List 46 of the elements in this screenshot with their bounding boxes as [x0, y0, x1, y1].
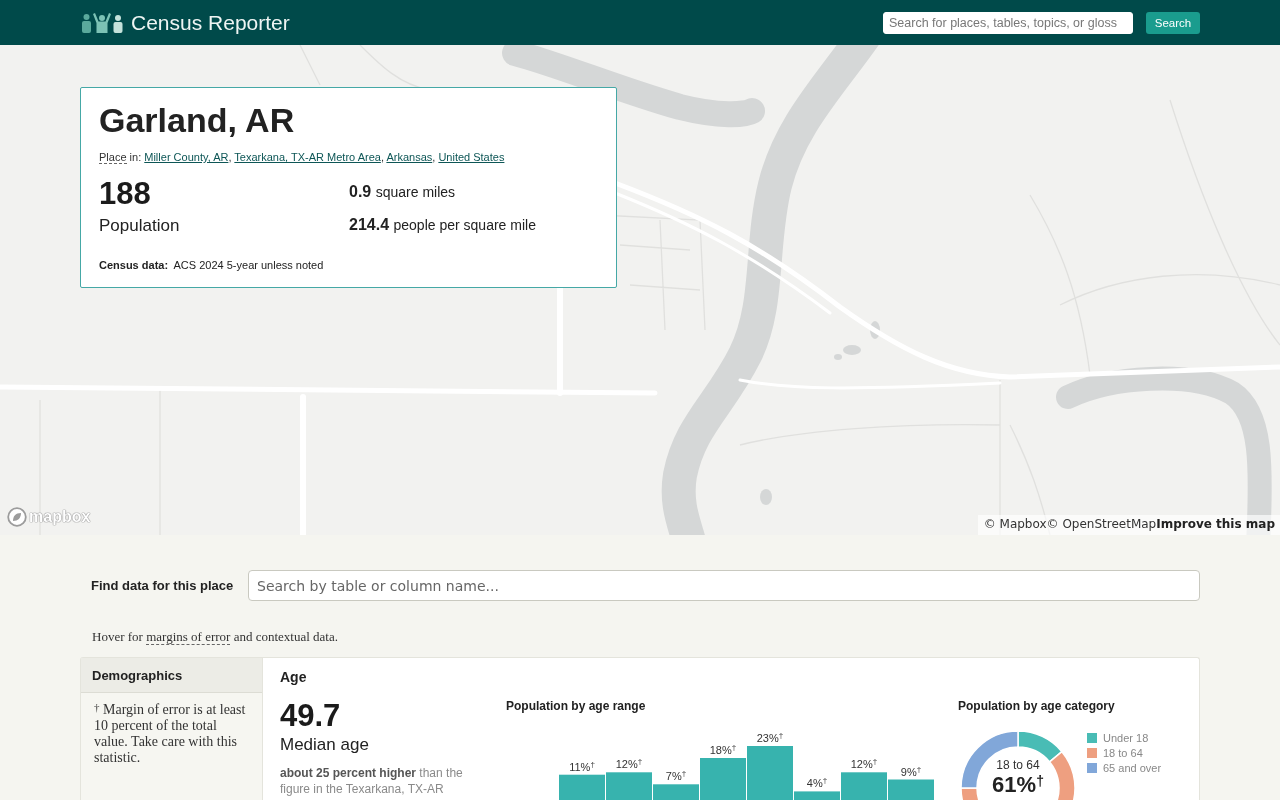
bar-value-label: 4%$^{†}$: [806, 776, 828, 790]
footnote-text: $^{†}$ Margin of error is at least 10 percent of the total value. Take care with this statistic.: [93, 700, 247, 766]
age-bar: [559, 774, 605, 800]
logo-circle-icon[interactable]: [7, 507, 27, 527]
place-link[interactable]: Texarkana, TX-AR Metro Area: [234, 151, 381, 163]
bar-value-label: 7%$^{†}$: [665, 769, 687, 783]
legend-label: Under 18: [1103, 730, 1149, 745]
population-label: Population: [99, 215, 181, 237]
bar-value-label: 12%$^{†}$: [615, 757, 643, 771]
donut-center-value: 61%$^{†}$: [991, 772, 1045, 798]
section-heading: Age: [280, 669, 308, 685]
median-age-label: Median age: [280, 735, 370, 755]
bar-value-label: 12%$^{†}$: [850, 757, 878, 771]
search-field[interactable]: Search for places, tables, topics, or gloss: [883, 11, 1133, 34]
bar-value-label: 9%$^{†}$: [900, 764, 922, 778]
median-age-value: 49.7: [280, 699, 342, 733]
legend-label: 18 to 64: [1103, 745, 1143, 760]
age-bar: [888, 779, 934, 800]
find-data-label: Find data for this place: [90, 577, 234, 594]
legend-label: 65 and over: [1103, 760, 1162, 775]
glossary-term[interactable]: margins of error: [146, 629, 231, 645]
hover-note: Hover for margins of error and contextual data.: [91, 629, 339, 645]
stat-value: 0.9: [349, 183, 372, 200]
place-link[interactable]: United States: [438, 151, 505, 163]
stat-label: people per square mile: [393, 217, 536, 233]
attribution-link[interactable]: © OpenStreetMap: [1046, 517, 1157, 531]
chart-title: Population by age category: [958, 698, 1116, 714]
place-title: Garland, AR: [99, 100, 296, 141]
bar-value-label: 18%$^{†}$: [709, 743, 737, 756]
stat-value: 214.4: [349, 216, 390, 233]
population-value: 188: [99, 176, 152, 212]
section-tab[interactable]: Demographics: [81, 658, 262, 693]
chart-title: Population by age range: [506, 698, 647, 714]
donut-center-label: 18 to 64: [995, 758, 1041, 772]
table-search-field[interactable]: Search by table or column name...: [248, 570, 1200, 601]
bar-value-label: 11%$^{†}$: [569, 759, 595, 773]
place-in-line: Place in: Miller County, AR, Texarkana, TX-AR Metro Area, Arkansas, United States: [99, 150, 506, 164]
glossary-term[interactable]: Place: [99, 151, 127, 164]
comparison-text: about 25 percent higher than the figure in the Texarkana, TX-AR: [280, 765, 464, 797]
stat-label: square miles: [375, 184, 456, 200]
site-title[interactable]: Census Reporter: [131, 10, 290, 35]
people-icon[interactable]: [81, 12, 123, 33]
census-data-note: Census data: ACS 2024 5-year unless noted: [99, 258, 325, 272]
bar-value-label: 23%$^{†}$: [756, 731, 784, 744]
attribution-link[interactable]: Improve this map: [1156, 517, 1275, 531]
attribution-link[interactable]: © Mapbox: [983, 517, 1047, 531]
